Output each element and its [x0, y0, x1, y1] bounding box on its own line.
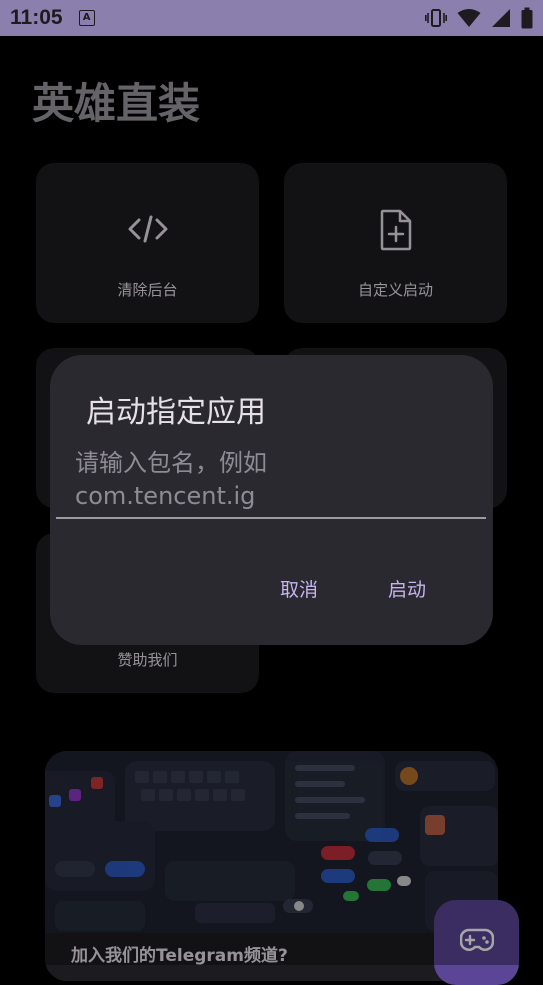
status-bar: 11:05 A: [0, 0, 543, 36]
notification-a-icon: A: [78, 10, 95, 26]
dialog-title: 启动指定应用: [86, 395, 266, 430]
cancel-button[interactable]: 取消: [272, 571, 326, 606]
package-name-input[interactable]: 请输入包名，例如 com.tencent.ig: [56, 443, 486, 519]
cell-signal-icon: [491, 8, 511, 28]
launch-button[interactable]: 启动: [380, 571, 434, 606]
launch-app-dialog: 启动指定应用 请输入包名，例如 com.tencent.ig 取消 启动: [50, 355, 493, 645]
battery-icon: [521, 7, 533, 29]
status-time: 11:05: [10, 6, 63, 29]
status-icons: [425, 7, 533, 29]
placeholder-line-1: 请输入包名，例如: [75, 449, 267, 477]
wifi-icon: [457, 8, 481, 28]
vibrate-icon: [425, 8, 447, 28]
placeholder-line-2: com.tencent.ig: [75, 482, 256, 510]
